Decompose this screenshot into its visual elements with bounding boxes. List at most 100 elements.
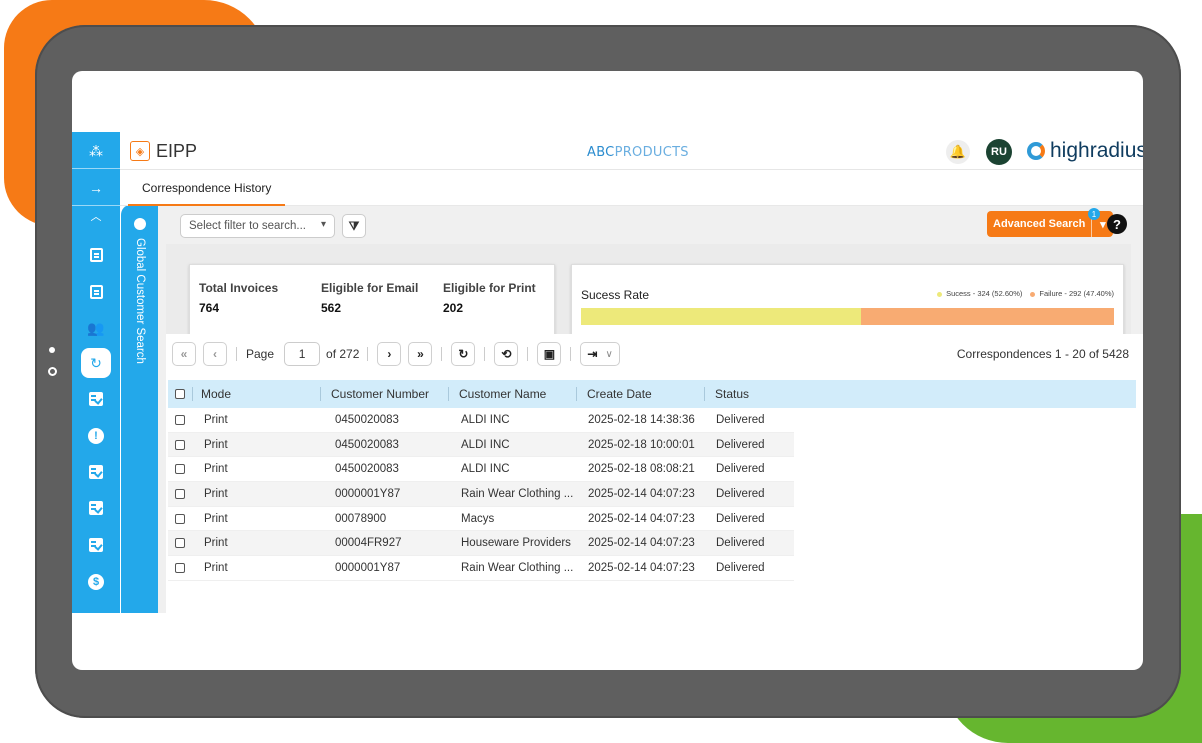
page-label: Page — [246, 347, 275, 361]
sidebar-item-correspondence-history[interactable]: ↻ — [81, 348, 111, 378]
first-page-button[interactable]: « — [172, 342, 196, 366]
cell-mode: Print — [204, 537, 228, 550]
sidebar-item-no-invoice[interactable] — [72, 278, 120, 306]
column-header-customer-name[interactable]: Customer Name — [448, 387, 576, 401]
page-number-input[interactable]: 1 — [284, 342, 321, 366]
cell-status: Delivered — [716, 512, 765, 525]
sidebar-item-checklist[interactable] — [72, 385, 120, 413]
filter-select[interactable]: Select filter to search... ▾ — [180, 214, 335, 238]
stat-label: Eligible for Print — [443, 281, 536, 295]
client-brand-bold: ABC — [587, 145, 615, 160]
success-rate-bar — [581, 308, 1114, 325]
column-header-customer-number[interactable]: Customer Number — [320, 387, 448, 401]
invoice-stats-card: Total Invoices 764 Eligible for Email 56… — [189, 264, 555, 342]
highradius-logo-text: highradius — [1050, 139, 1143, 162]
history-icon[interactable]: ⟲ — [494, 342, 519, 366]
sidebar-item-alert[interactable]: ! — [72, 422, 120, 450]
row-checkbox[interactable] — [168, 538, 192, 549]
cell-customer-name: ALDI INC — [461, 438, 510, 451]
success-rate-title: Sucess Rate — [581, 288, 650, 302]
chevron-down-icon: ∨ — [605, 348, 613, 360]
table-row[interactable]: Print 0000001Y87 Rain Wear Clothing ... 202… — [168, 482, 794, 507]
sidebar-item-user-settings[interactable]: 👥 — [72, 314, 120, 342]
row-checkbox[interactable] — [168, 562, 192, 573]
stat-value: 562 — [321, 301, 342, 315]
cell-customer-number: 00004FR927 — [335, 537, 402, 550]
sidebar-item-checklist[interactable] — [72, 458, 120, 486]
checklist-icon — [89, 392, 103, 406]
stat-value: 764 — [199, 301, 220, 315]
row-checkbox[interactable] — [168, 464, 192, 475]
tab-correspondence-history[interactable]: Correspondence History — [128, 171, 286, 206]
arrow-right-icon: → — [89, 180, 103, 196]
table-row[interactable]: Print 00078900 Macys 2025-02-14 04:07:23 Del… — [168, 507, 794, 532]
select-all-checkbox[interactable] — [168, 389, 192, 399]
cell-customer-name: Rain Wear Clothing ... — [461, 561, 574, 574]
sidebar-divider — [72, 168, 120, 169]
stat-total-invoices: Total Invoices 764 — [199, 281, 278, 315]
stat-eligible-email: Eligible for Email 562 — [321, 281, 418, 315]
sidebar-item-expand[interactable]: → — [72, 174, 120, 202]
cell-customer-number: 0000001Y87 — [335, 487, 401, 500]
global-customer-search-label[interactable]: Global Customer Search — [132, 238, 146, 364]
cell-mode: Print — [204, 413, 228, 426]
tablet-camera-ring — [48, 367, 57, 376]
cell-mode: Print — [204, 561, 228, 574]
table-row[interactable]: Print 0450020083 ALDI INC 2025-02-18 08:08:… — [168, 457, 794, 483]
sidebar-item-payment[interactable]: $ — [72, 568, 120, 596]
sidebar-item-checklist[interactable] — [72, 494, 120, 522]
cell-create-date: 2025-02-18 10:00:01 — [588, 438, 695, 451]
user-avatar[interactable]: RU — [986, 139, 1012, 165]
export-button[interactable]: ⇥ ∨ — [580, 342, 620, 366]
cell-create-date: 2025-02-14 04:07:23 — [588, 512, 695, 525]
column-header-mode[interactable]: Mode — [192, 387, 320, 401]
table-row[interactable]: Print 0000001Y87 Rain Wear Clothing ... 202… — [168, 556, 794, 581]
column-header-status[interactable]: Status — [704, 387, 794, 401]
row-checkbox[interactable] — [168, 414, 192, 425]
correspondence-table: Mode Customer Number Customer Name Creat… — [168, 380, 1136, 581]
cell-mode: Print — [204, 512, 228, 525]
cell-customer-number: 0000001Y87 — [335, 561, 401, 574]
cell-status: Delivered — [716, 413, 765, 426]
page-count-label: of 272 — [326, 347, 360, 361]
cell-customer-number: 00078900 — [335, 512, 387, 525]
client-brand: ABCPRODUCTS — [587, 145, 689, 160]
correspondence-history-icon: ↻ — [90, 355, 102, 371]
stat-value: 202 — [443, 301, 464, 315]
filter-select-placeholder: Select filter to search... — [189, 220, 306, 232]
record-range-text: Correspondences 1 - 20 of 5428 — [956, 347, 1129, 361]
column-header-create-date[interactable]: Create Date — [576, 387, 704, 401]
sidebar-item-apps[interactable]: ⁂ — [72, 137, 120, 165]
cell-customer-number: 0450020083 — [335, 438, 399, 451]
next-page-button[interactable]: › — [377, 342, 402, 366]
alert-icon: ! — [88, 428, 104, 444]
refresh-icon[interactable]: ↻ — [451, 342, 476, 366]
cell-status: Delivered — [716, 463, 765, 476]
row-checkbox[interactable] — [168, 439, 192, 450]
sidebar-item-checklist[interactable] — [72, 531, 120, 559]
row-checkbox[interactable] — [168, 488, 192, 499]
prev-page-button[interactable]: ‹ — [203, 342, 227, 366]
table-row[interactable]: Print 0450020083 ALDI INC 2025-02-18 10:00:… — [168, 432, 794, 458]
sidebar-item-invoices[interactable] — [72, 241, 120, 269]
table-row[interactable]: Print 00004FR927 Houseware Providers 2025-0… — [168, 531, 794, 557]
clear-filter-icon[interactable]: ⧩ — [342, 214, 366, 238]
table-row[interactable]: Print 0450020083 ALDI INC 2025-02-18 14:38:… — [168, 408, 794, 433]
notification-bell-icon[interactable]: 🔔 — [946, 140, 970, 164]
save-icon[interactable]: ▣ — [537, 342, 562, 366]
sidebar-item-collapse[interactable]: ︿ — [72, 208, 120, 226]
cell-mode: Print — [204, 487, 228, 500]
last-page-button[interactable]: » — [408, 342, 433, 366]
cell-create-date: 2025-02-18 14:38:36 — [588, 413, 695, 426]
app-name: EIPP — [156, 141, 198, 161]
no-invoice-icon — [89, 285, 103, 299]
invoice-icon — [89, 248, 103, 262]
cell-create-date: 2025-02-14 04:07:23 — [588, 561, 695, 574]
toolbar-divider — [441, 347, 443, 361]
cell-status: Delivered — [716, 561, 765, 574]
stage: ⁂ → ︿ 👥 ↻ ! $ Global Customer Search ◈ E… — [0, 0, 1202, 743]
success-rate-legend: Sucess - 324 (52.60%) Failure - 292 (47.… — [937, 289, 1114, 298]
row-checkbox[interactable] — [168, 513, 192, 524]
cell-mode: Print — [204, 438, 228, 451]
help-icon[interactable]: ? — [1107, 214, 1127, 234]
